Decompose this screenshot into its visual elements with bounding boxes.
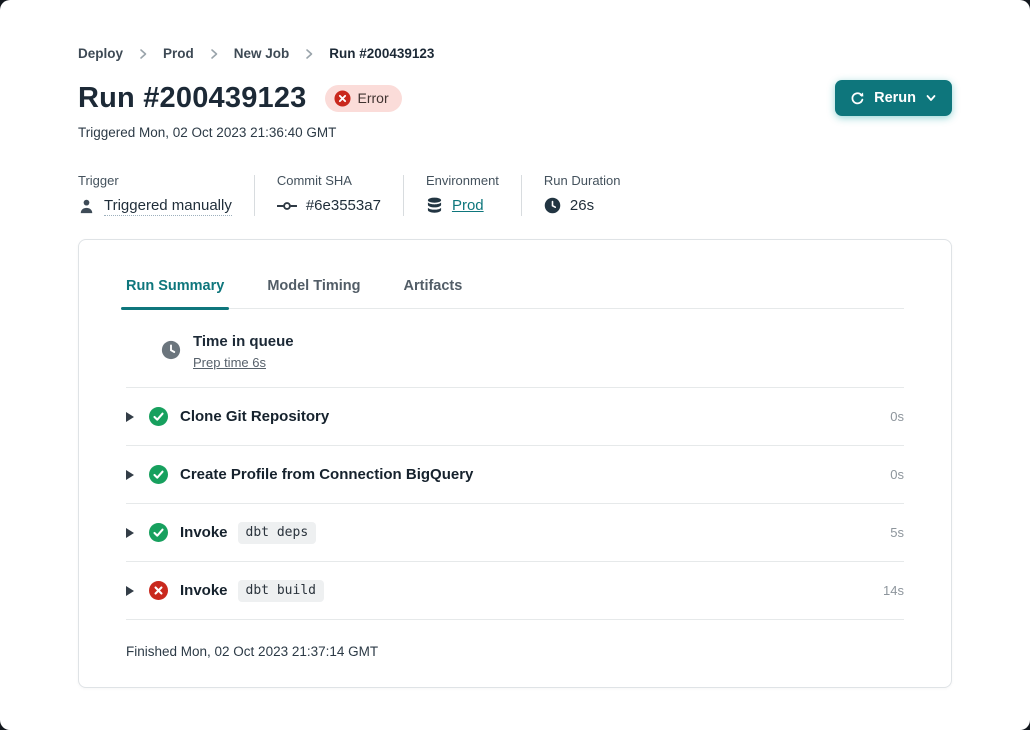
rerun-button-label: Rerun xyxy=(874,90,916,106)
run-detail-page: Deploy Prod New Job Run #200439123 Run #… xyxy=(0,0,1030,730)
meta-trigger: Trigger Triggered manually xyxy=(78,173,232,216)
environment-link[interactable]: Prod xyxy=(452,197,484,214)
step-row-create-profile[interactable]: Create Profile from Connection BigQuery … xyxy=(126,446,904,504)
breadcrumb-prod[interactable]: Prod xyxy=(163,46,194,61)
breadcrumb-new-job[interactable]: New Job xyxy=(234,46,290,61)
breadcrumb-deploy[interactable]: Deploy xyxy=(78,46,123,61)
step-row-dbt-deps[interactable]: Invoke dbt deps 5s xyxy=(126,504,904,562)
tab-run-summary[interactable]: Run Summary xyxy=(126,278,224,308)
step-row-dbt-build[interactable]: Invoke dbt build 14s xyxy=(126,562,904,620)
meta-trigger-label: Trigger xyxy=(78,173,232,188)
breadcrumb-current-run: Run #200439123 xyxy=(329,46,434,61)
step-duration: 5s xyxy=(890,525,904,540)
run-meta: Trigger Triggered manually Commit SHA #6… xyxy=(78,173,952,216)
status-badge: Error xyxy=(325,85,402,112)
success-check-icon xyxy=(149,407,168,426)
tab-artifacts[interactable]: Artifacts xyxy=(404,278,463,308)
triggered-timestamp: Triggered Mon, 02 Oct 2023 21:36:40 GMT xyxy=(78,125,952,140)
chevron-right-icon xyxy=(137,48,149,60)
finished-timestamp: Finished Mon, 02 Oct 2023 21:37:14 GMT xyxy=(126,620,904,687)
rerun-button[interactable]: Rerun xyxy=(835,80,952,116)
meta-commit-label: Commit SHA xyxy=(277,173,381,188)
clock-icon xyxy=(544,197,561,214)
person-icon xyxy=(78,198,95,215)
tab-bar: Run Summary Model Timing Artifacts xyxy=(126,240,904,309)
trigger-value[interactable]: Triggered manually xyxy=(104,197,232,216)
status-badge-label: Error xyxy=(358,90,389,106)
success-check-icon xyxy=(149,523,168,542)
meta-environment: Environment Prod xyxy=(426,173,499,216)
step-duration: 0s xyxy=(890,409,904,424)
step-label: Invoke xyxy=(180,524,228,541)
time-in-queue-block: Time in queue Prep time 6s xyxy=(126,309,904,388)
step-duration: 0s xyxy=(890,467,904,482)
prep-time-link[interactable]: Prep time 6s xyxy=(193,355,294,370)
meta-commit: Commit SHA #6e3553a7 xyxy=(277,173,381,216)
run-summary-card: Run Summary Model Timing Artifacts Time … xyxy=(78,239,952,688)
step-command-chip: dbt build xyxy=(238,580,324,602)
meta-divider xyxy=(403,175,404,216)
meta-environment-label: Environment xyxy=(426,173,499,188)
error-circle-icon xyxy=(334,90,351,107)
page-title: Run #200439123 xyxy=(78,82,307,115)
queue-title: Time in queue xyxy=(193,333,294,350)
database-icon xyxy=(426,197,443,214)
breadcrumb: Deploy Prod New Job Run #200439123 xyxy=(78,0,952,61)
header: Run #200439123 Error Rerun xyxy=(78,80,952,116)
meta-duration-label: Run Duration xyxy=(544,173,621,188)
meta-duration: Run Duration 26s xyxy=(544,173,621,216)
error-circle-icon xyxy=(149,581,168,600)
queue-clock-icon xyxy=(161,340,181,360)
step-duration: 14s xyxy=(883,583,904,598)
meta-divider xyxy=(521,175,522,216)
step-label: Clone Git Repository xyxy=(180,408,329,425)
chevron-right-icon xyxy=(303,48,315,60)
expand-caret-icon[interactable] xyxy=(126,412,134,422)
expand-caret-icon[interactable] xyxy=(126,470,134,480)
chevron-right-icon xyxy=(208,48,220,60)
commit-icon xyxy=(277,200,297,212)
expand-caret-icon[interactable] xyxy=(126,586,134,596)
refresh-icon xyxy=(850,91,865,106)
expand-caret-icon[interactable] xyxy=(126,528,134,538)
step-label: Invoke xyxy=(180,582,228,599)
commit-sha-value: #6e3553a7 xyxy=(306,197,381,214)
step-row-clone-git[interactable]: Clone Git Repository 0s xyxy=(126,388,904,446)
success-check-icon xyxy=(149,465,168,484)
meta-divider xyxy=(254,175,255,216)
run-duration-value: 26s xyxy=(570,197,594,214)
step-label: Create Profile from Connection BigQuery xyxy=(180,466,473,483)
tab-model-timing[interactable]: Model Timing xyxy=(267,278,360,308)
step-command-chip: dbt deps xyxy=(238,522,317,544)
chevron-down-icon xyxy=(925,92,937,104)
